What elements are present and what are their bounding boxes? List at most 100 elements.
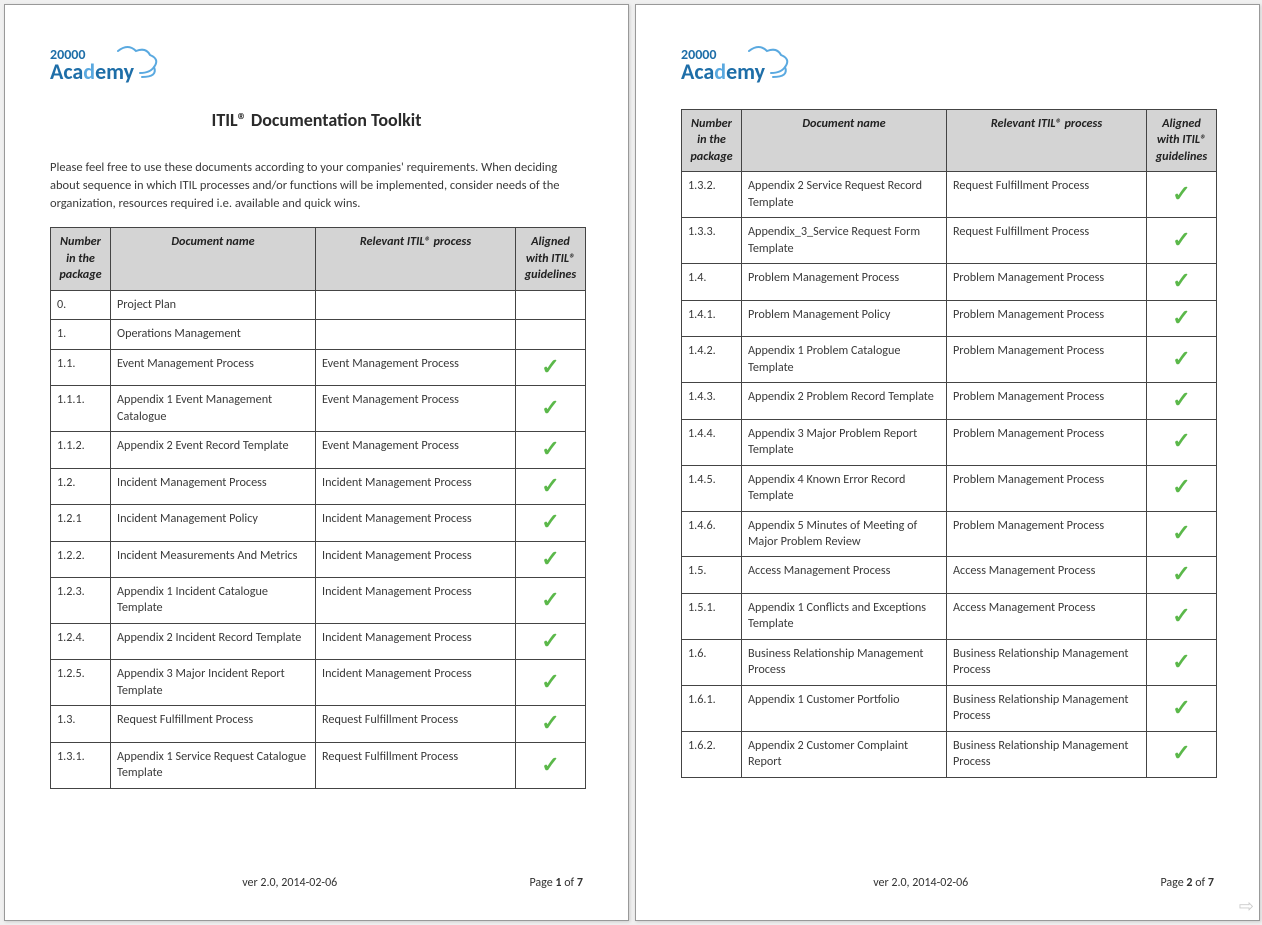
checkmark-icon: ✓ xyxy=(1172,473,1190,500)
table-row: 1.6. Business Relationship Management Pro… xyxy=(682,639,1217,685)
cell-document-name: Appendix 5 Minutes of Meeting of Major P… xyxy=(742,511,947,557)
cell-process: Event Management Process xyxy=(316,349,516,385)
checkmark-icon: ✓ xyxy=(1172,648,1190,675)
cell-process: Problem Management Process xyxy=(947,419,1147,465)
table-row: 1.4.2.Appendix 1 Problem Catalogue Templ… xyxy=(682,337,1217,383)
cell-number: 1.6.2. xyxy=(682,731,742,777)
cell-document-name: Appendix 4 Known Error Record Template xyxy=(742,465,947,511)
table-row: 1.2.Incident Management ProcessIncident … xyxy=(51,468,586,504)
page-footer: ver 2.0, 2014-02-06 Page 1 of 7 xyxy=(50,876,583,890)
cell-document-name: Appendix 2 Customer Complaint Report xyxy=(742,731,947,777)
cell-aligned: ✓ xyxy=(1147,383,1217,419)
table-row: 1.4.3.Appendix 2 Problem Record Template… xyxy=(682,383,1217,419)
cell-number: 1.2.1 xyxy=(51,505,111,541)
document-page-1: 20000 Academy ITIL® Documentation Toolki… xyxy=(4,4,629,921)
cell-aligned: ✓ xyxy=(516,660,586,706)
cell-process: Problem Management Process xyxy=(947,300,1147,336)
cell-document-name: Incident Management Policy xyxy=(111,505,316,541)
cell-number: 1.2.4. xyxy=(51,623,111,659)
cell-number: 1.6.1. xyxy=(682,685,742,731)
documents-table: Number in the package Document name Rele… xyxy=(50,227,586,788)
table-row: 1.5.Access Management ProcessAccess Mana… xyxy=(682,557,1217,593)
cell-process: Problem Management Process xyxy=(947,511,1147,557)
cell-process: Problem Management Process xyxy=(947,264,1147,300)
cell-aligned: ✓ xyxy=(1147,731,1217,777)
cell-aligned: ✓ xyxy=(1147,639,1217,685)
footer-version: ver 2.0, 2014-02-06 xyxy=(681,876,1160,890)
cell-aligned: ✓ xyxy=(1147,218,1217,264)
page-footer: ver 2.0, 2014-02-06 Page 2 of 7 xyxy=(681,876,1214,890)
table-row: 1.1.2.Appendix 2 Event Record TemplateEv… xyxy=(51,432,586,468)
cell-process: Incident Management Process xyxy=(316,505,516,541)
svg-text:Academy: Academy xyxy=(50,58,135,85)
cell-aligned: ✓ xyxy=(1147,593,1217,639)
table-row: 0.Project Plan xyxy=(51,290,586,319)
col-header-number: Number in the package xyxy=(51,228,111,290)
cell-document-name: Access Management Process xyxy=(742,557,947,593)
cell-aligned: ✓ xyxy=(1147,300,1217,336)
table-row: 1.3.Request Fulfillment ProcessRequest F… xyxy=(51,706,586,742)
cell-process: Incident Management Process xyxy=(316,541,516,577)
cell-aligned: ✓ xyxy=(516,432,586,468)
cell-document-name: Appendix 2 Service Request Record Templa… xyxy=(742,172,947,218)
cell-aligned: ✓ xyxy=(1147,511,1217,557)
cell-number: 1.4.4. xyxy=(682,419,742,465)
cell-number: 1.4.1. xyxy=(682,300,742,336)
cell-aligned: ✓ xyxy=(516,349,586,385)
cell-number: 1. xyxy=(51,320,111,349)
checkmark-icon: ✓ xyxy=(1172,560,1190,587)
cell-number: 1.6. xyxy=(682,639,742,685)
cell-aligned: ✓ xyxy=(516,386,586,432)
table-row: 1.4.1.Problem Management PolicyProblem M… xyxy=(682,300,1217,336)
checkmark-icon: ✓ xyxy=(1172,180,1190,207)
checkmark-icon: ✓ xyxy=(541,668,559,695)
cell-document-name: Event Management Process xyxy=(111,349,316,385)
checkmark-icon: ✓ xyxy=(541,435,559,462)
cell-document-name: Appendix 1 Incident Catalogue Template xyxy=(111,578,316,624)
cell-process: Business Relationship Management Process xyxy=(947,639,1147,685)
next-page-icon[interactable]: ⇨ xyxy=(1239,895,1254,917)
cell-number: 1.3.3. xyxy=(682,218,742,264)
intro-text: Please feel free to use these documents … xyxy=(50,159,583,213)
cell-number: 1.4.6. xyxy=(682,511,742,557)
table-row: 1.1.1.Appendix 1 Event Management Catalo… xyxy=(51,386,586,432)
checkmark-icon: ✓ xyxy=(541,508,559,535)
footer-version: ver 2.0, 2014-02-06 xyxy=(50,876,529,890)
footer-page-number: Page 1 of 7 xyxy=(529,876,583,890)
cell-aligned xyxy=(516,290,586,319)
cell-process: Business Relationship Management Process xyxy=(947,731,1147,777)
cell-document-name: Appendix 1 Problem Catalogue Template xyxy=(742,337,947,383)
cell-process: Problem Management Process xyxy=(947,383,1147,419)
cell-aligned: ✓ xyxy=(516,578,586,624)
cell-process: Request Fulfillment Process xyxy=(947,172,1147,218)
cell-aligned: ✓ xyxy=(1147,337,1217,383)
cell-document-name: Appendix 2 Event Record Template xyxy=(111,432,316,468)
checkmark-icon: ✓ xyxy=(541,627,559,654)
cell-number: 1.4. xyxy=(682,264,742,300)
cell-process: Request Fulfillment Process xyxy=(316,706,516,742)
table-row: 1.6.2.Appendix 2 Customer Complaint Repo… xyxy=(682,731,1217,777)
documents-table: Number in the package Document name Rele… xyxy=(681,109,1217,778)
checkmark-icon: ✓ xyxy=(541,545,559,572)
table-row: 1.Operations Management xyxy=(51,320,586,349)
checkmark-icon: ✓ xyxy=(541,353,559,380)
cell-aligned: ✓ xyxy=(516,742,586,788)
cell-document-name: Problem Management Policy xyxy=(742,300,947,336)
col-header-number: Number in the package xyxy=(682,110,742,172)
table-row: 1.2.2.Incident Measurements And MetricsI… xyxy=(51,541,586,577)
page-title: ITIL® Documentation Toolkit xyxy=(50,109,583,131)
brand-logo: 20000 Academy xyxy=(681,45,1214,87)
checkmark-icon: ✓ xyxy=(541,394,559,421)
table-row: 1.5.1.Appendix 1 Conflicts and Exception… xyxy=(682,593,1217,639)
cell-aligned: ✓ xyxy=(516,505,586,541)
cell-document-name: Appendix 3 Major Problem Report Template xyxy=(742,419,947,465)
cell-process: Event Management Process xyxy=(316,432,516,468)
cell-process: Access Management Process xyxy=(947,557,1147,593)
footer-page-number: Page 2 of 7 xyxy=(1160,876,1214,890)
cell-process xyxy=(316,320,516,349)
table-row: 1.2.5.Appendix 3 Major Incident Report T… xyxy=(51,660,586,706)
document-page-2: 20000 Academy Number in the package Docu… xyxy=(635,4,1260,921)
cell-document-name: Appendix 2 Incident Record Template xyxy=(111,623,316,659)
table-row: 1.3.1.Appendix 1 Service Request Catalog… xyxy=(51,742,586,788)
cell-process: Incident Management Process xyxy=(316,468,516,504)
